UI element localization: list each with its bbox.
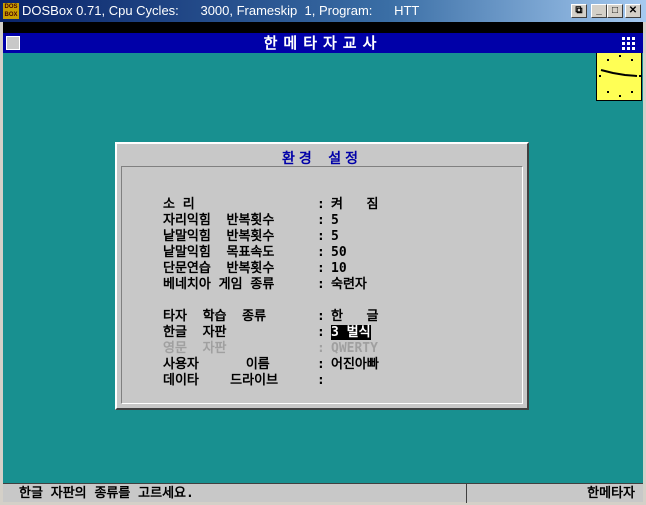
setting-value[interactable]: 5	[331, 229, 339, 244]
setting-label: 단문연습 반복횟수	[163, 261, 275, 276]
setting-row[interactable]: 자리익힘 반복횟수:5	[163, 213, 339, 229]
setting-value[interactable]: 어진아빠	[331, 357, 379, 372]
setting-row[interactable]: 낱말익힘 목표속도:50	[163, 245, 347, 261]
setting-row[interactable]: 소 리:켜 짐	[163, 197, 378, 213]
window-title: DOSBox 0.71, Cpu Cycles: 3000, Frameskip…	[22, 3, 420, 18]
setting-value[interactable]: 숙련자	[331, 277, 367, 292]
setting-row[interactable]: 단문연습 반복횟수:10	[163, 261, 347, 277]
setting-row[interactable]: 영문 자판: QWERTY	[163, 341, 378, 357]
setting-row[interactable]: 한글 자판:3 벌식	[163, 325, 371, 341]
minimize-button[interactable]: _	[591, 4, 607, 18]
setting-label: 타자 학습 종류	[163, 309, 267, 324]
setting-value[interactable]: 3 벌식	[331, 325, 371, 340]
grid-icon[interactable]	[622, 36, 636, 50]
status-bar: 한글 자판의 종류를 고르세요. 한메타자	[3, 483, 643, 503]
clock-icon	[596, 53, 642, 101]
dialog-title: 환경 설정	[282, 151, 362, 167]
setting-row[interactable]: 데이타 드라이브:	[163, 373, 331, 389]
setting-row[interactable]: 사용자 이름: 어진아빠	[163, 357, 379, 373]
status-message: 한글 자판의 종류를 고르세요.	[19, 486, 194, 501]
setting-value[interactable]: 10	[331, 261, 347, 276]
setting-label: 소 리	[163, 197, 195, 212]
setting-label: 자리익힘 반복횟수	[163, 213, 275, 228]
setting-value[interactable]: 켜 짐	[331, 197, 378, 212]
restore-icon[interactable]: ⧉	[571, 4, 587, 18]
setting-label: 데이타 드라이브	[163, 373, 279, 388]
setting-label: 영문 자판	[163, 341, 227, 356]
setting-value[interactable]: 한 글	[331, 309, 378, 324]
setting-value[interactable]: QWERTY	[331, 341, 378, 356]
setting-label: 사용자 이름	[163, 357, 270, 372]
setting-label: 베네치아 게임 종류	[163, 277, 275, 292]
setting-value[interactable]: 50	[331, 245, 347, 260]
app-title: 한메타자교사	[3, 33, 643, 53]
dosbox-logo-icon: DOS BOX	[3, 3, 19, 19]
setting-row[interactable]: 타자 학습 종류: 한 글	[163, 309, 378, 325]
system-menu-button[interactable]	[6, 36, 20, 50]
setting-row[interactable]: 베네치아 게임 종류: 숙련자	[163, 277, 367, 293]
setting-label: 낱말익힘 반복횟수	[163, 229, 275, 244]
setting-label: 낱말익힘 목표속도	[163, 245, 275, 260]
close-button[interactable]: ✕	[625, 4, 641, 18]
setting-label: 한글 자판	[163, 325, 227, 340]
setting-row[interactable]: 낱말익힘 반복횟수:5	[163, 229, 339, 245]
maximize-button[interactable]: □	[607, 4, 623, 18]
setting-value[interactable]: 5	[331, 213, 339, 228]
status-app-name: 한메타자	[587, 486, 635, 501]
window-titlebar: DOS BOX DOSBox 0.71, Cpu Cycles: 3000, Fr…	[0, 0, 646, 22]
